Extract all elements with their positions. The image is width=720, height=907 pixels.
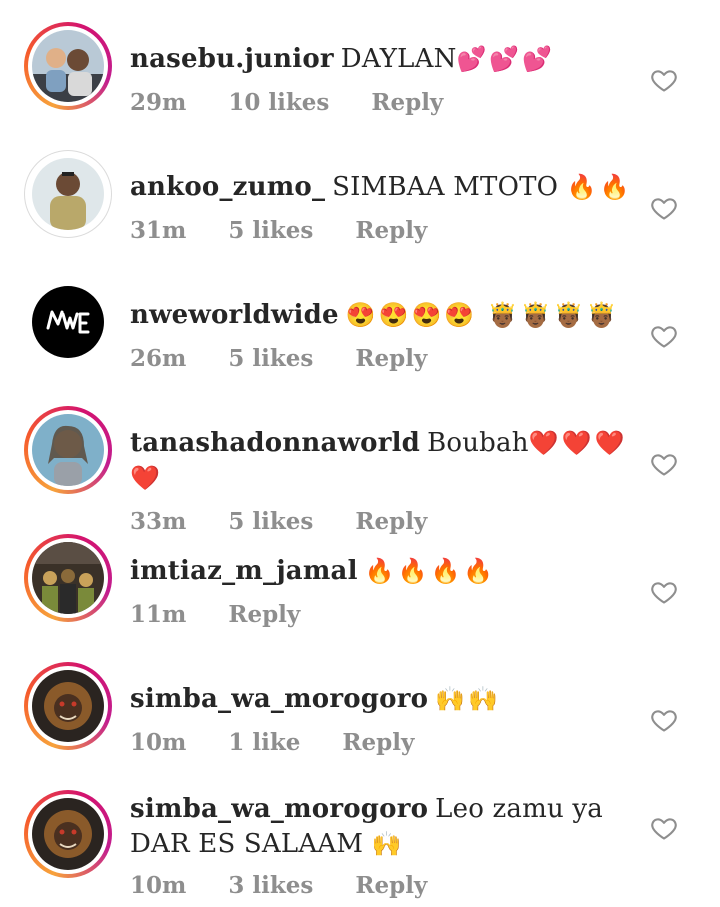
avatar-photo (32, 798, 104, 870)
comment-likes[interactable]: 1 like (228, 729, 300, 756)
comment-emoji: 💕💕💕 (456, 45, 556, 73)
reply-button[interactable]: Reply (355, 345, 427, 372)
avatar-photo (32, 414, 104, 486)
comment-emoji: 🙌 (371, 830, 405, 858)
comment-text: Boubah (427, 428, 529, 458)
comment-likes[interactable]: 5 likes (228, 217, 313, 244)
comment-username[interactable]: nasebu.junior (130, 44, 334, 74)
reply-button[interactable]: Reply (371, 89, 443, 116)
comment-item: simba_wa_morogoro Leo zamu ya DAR ES SALA… (0, 788, 720, 907)
comment-emoji: 😍😍😍😍 🤴🏾🤴🏾🤴🏾🤴🏾 (345, 301, 620, 329)
like-heart-icon[interactable] (650, 66, 678, 94)
comment-likes[interactable]: 3 likes (228, 872, 313, 899)
like-heart-icon[interactable] (650, 706, 678, 734)
reply-button[interactable]: Reply (355, 508, 427, 535)
comment-time: 29m (130, 89, 187, 116)
avatar[interactable] (24, 662, 112, 750)
avatar-photo (32, 158, 104, 230)
avatar[interactable] (24, 278, 112, 366)
comment-list: nasebu.junior DAYLAN💕💕💕 29m 10 likes Repl… (0, 0, 720, 907)
comment-time: 33m (130, 508, 187, 535)
comment-time: 11m (130, 601, 187, 628)
avatar[interactable] (24, 150, 112, 238)
comment-time: 10m (130, 872, 187, 899)
reply-button[interactable]: Reply (355, 217, 427, 244)
avatar[interactable] (24, 790, 112, 878)
comment-item: imtiaz_m_jamal 🔥🔥🔥🔥 11m Reply (0, 532, 720, 660)
comment-username[interactable]: imtiaz_m_jamal (130, 556, 358, 586)
comment-username[interactable]: ankoo_zumo_ (130, 172, 325, 202)
comment-username[interactable]: nweworldwide (130, 300, 339, 330)
reply-button[interactable]: Reply (228, 601, 300, 628)
comment-item: ankoo_zumo_ SIMBAA MTOTO 🔥🔥 31m 5 likes R… (0, 148, 720, 276)
comment-text: SIMBAA MTOTO (332, 172, 559, 202)
comment-emoji: 🔥🔥 (566, 173, 633, 201)
comment-time: 26m (130, 345, 187, 372)
avatar[interactable] (24, 22, 112, 110)
like-heart-icon[interactable] (650, 194, 678, 222)
comment-username[interactable]: tanashadonnaworld (130, 428, 420, 458)
like-heart-icon[interactable] (650, 322, 678, 350)
avatar-photo (32, 30, 104, 102)
reply-button[interactable]: Reply (355, 872, 427, 899)
nwe-logo-icon (32, 286, 104, 358)
comment-item: nweworldwide 😍😍😍😍 🤴🏾🤴🏾🤴🏾🤴🏾 26m 5 likes Re… (0, 276, 720, 404)
comment-emoji: 🙌🙌 (435, 685, 501, 713)
like-heart-icon[interactable] (650, 578, 678, 606)
comment-emoji: 🔥🔥🔥🔥 (364, 557, 497, 585)
comment-time: 10m (130, 729, 187, 756)
comment-item: nasebu.junior DAYLAN💕💕💕 29m 10 likes Repl… (0, 20, 720, 148)
comment-likes[interactable]: 5 likes (228, 345, 313, 372)
comment-item: tanashadonnaworld Boubah❤️❤️❤️❤️ 33m 5 li… (0, 404, 720, 535)
comment-username[interactable]: simba_wa_morogoro (130, 794, 428, 824)
comment-item: simba_wa_morogoro 🙌🙌 10m 1 like Reply (0, 660, 720, 788)
comment-text: DAYLAN (340, 44, 457, 74)
avatar[interactable] (24, 406, 112, 494)
avatar-photo (32, 670, 104, 742)
comment-likes[interactable]: 5 likes (228, 508, 313, 535)
avatar[interactable] (24, 534, 112, 622)
comment-username[interactable]: simba_wa_morogoro (130, 684, 428, 714)
like-heart-icon[interactable] (650, 814, 678, 842)
reply-button[interactable]: Reply (342, 729, 414, 756)
comment-likes[interactable]: 10 likes (228, 89, 329, 116)
avatar-photo (32, 542, 104, 614)
like-heart-icon[interactable] (650, 450, 678, 478)
comment-time: 31m (130, 217, 187, 244)
